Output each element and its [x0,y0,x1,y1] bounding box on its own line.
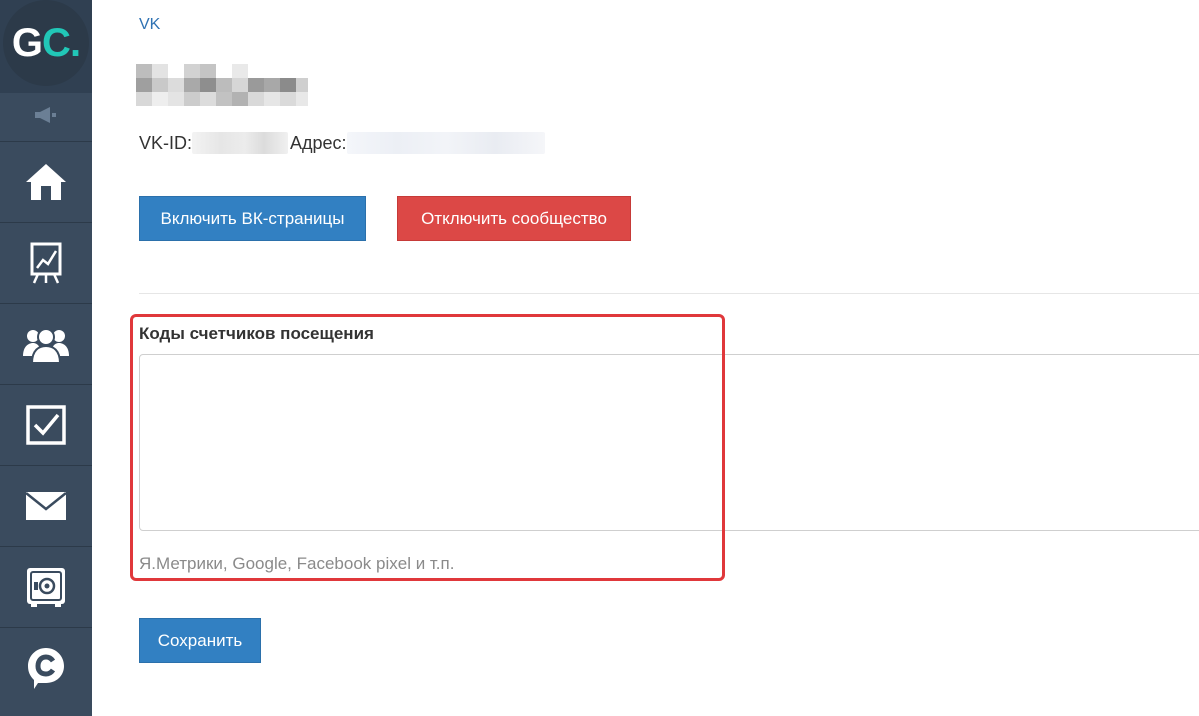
sidebar-item-home[interactable] [0,142,92,223]
vk-link[interactable]: VK [139,16,160,34]
address-value-redacted [346,132,545,154]
chat-c-icon [26,646,66,690]
disable-community-label: Отключить сообщество [421,208,607,228]
sidebar-item-chat[interactable] [0,628,92,708]
logo-letter-g: G [11,20,43,65]
enable-vk-pages-label: Включить ВК-страницы [160,208,345,228]
checkbox-icon [25,404,67,446]
sidebar-item-announcements[interactable] [0,93,92,142]
users-icon [21,324,71,364]
envelope-icon [25,491,67,521]
sidebar-item-finance[interactable] [0,547,92,628]
megaphone-icon [33,106,59,129]
save-label: Сохранить [157,630,243,650]
save-button[interactable]: Сохранить [139,618,261,663]
logo-area: GC. [0,0,92,93]
safe-icon [25,566,67,608]
logo-letter-c: C [42,20,71,65]
vk-id-row: VK-ID: Адрес: [139,132,545,154]
disable-community-button[interactable]: Отключить сообщество [397,196,631,241]
enable-vk-pages-button[interactable]: Включить ВК-страницы [139,196,366,241]
logo-dot: . [69,20,81,65]
vk-id-value-redacted [192,132,289,154]
logo[interactable]: GC. [3,0,89,86]
chart-board-icon [29,242,63,284]
sidebar-item-tasks[interactable] [0,385,92,466]
sidebar-item-statistics[interactable] [0,223,92,304]
blurred-account-name [136,64,308,106]
address-label: Адрес: [290,132,347,153]
divider [139,293,1199,294]
vk-id-label: VK-ID: [139,132,193,153]
sidebar-item-messages[interactable] [0,466,92,547]
home-icon [24,162,68,202]
sidebar-item-users[interactable] [0,304,92,385]
sidebar: GC. [0,0,92,716]
highlight-frame [130,314,725,581]
